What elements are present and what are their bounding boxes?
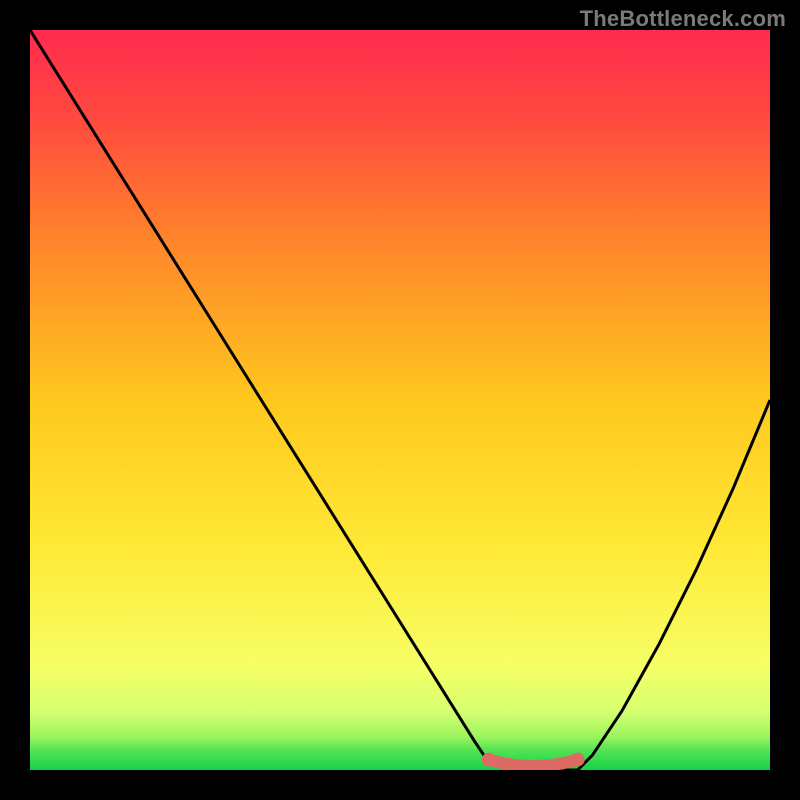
optimal-range-endpoint bbox=[482, 753, 496, 767]
plot-area bbox=[30, 30, 770, 770]
plot-svg bbox=[30, 30, 770, 770]
chart-stage: TheBottleneck.com bbox=[0, 0, 800, 800]
watermark-label: TheBottleneck.com bbox=[580, 6, 786, 32]
gradient-background bbox=[30, 30, 770, 770]
optimal-range-marker bbox=[489, 760, 578, 767]
optimal-range-endpoint bbox=[571, 753, 585, 767]
